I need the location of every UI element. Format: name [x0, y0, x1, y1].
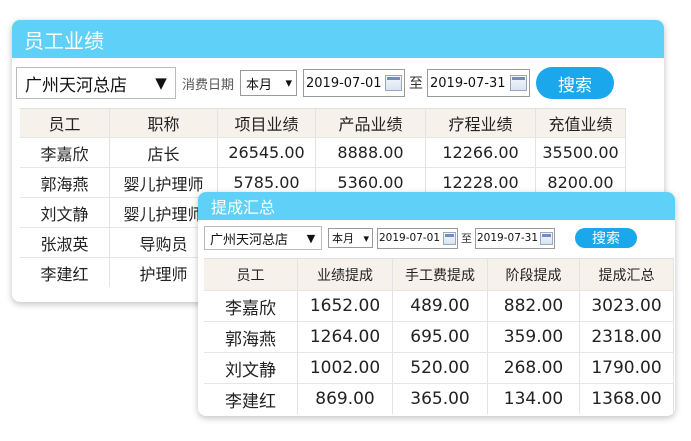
column-header: 产品业绩	[316, 109, 426, 137]
product-performance-cell: 8888.00	[316, 138, 426, 167]
to-label: 至	[461, 232, 472, 245]
search-button-label: 搜索	[592, 231, 620, 247]
column-header: 项目业绩	[218, 109, 316, 137]
employee-name-cell: 刘文静	[204, 353, 298, 383]
commission-total-cell: 1368.00	[580, 384, 674, 414]
calendar-icon[interactable]	[540, 231, 553, 245]
employee-name-cell: 李嘉欣	[20, 138, 110, 167]
column-header: 员工	[204, 259, 298, 290]
to-label: 至	[409, 76, 424, 92]
store-select[interactable]: 广州天河总店 ▼	[204, 226, 322, 250]
table-row[interactable]: 刘文静 1002.00 520.00 268.00 1790.00	[204, 352, 674, 383]
start-date-value: 2019-07-01	[306, 75, 382, 91]
employee-name-cell: 李建红	[204, 384, 298, 414]
table-row[interactable]: 李嘉欣 1652.00 489.00 882.00 3023.00	[204, 290, 674, 321]
search-button[interactable]: 搜索	[536, 67, 615, 99]
labor-fee-commission-cell: 695.00	[393, 322, 488, 352]
period-select[interactable]: 本月 ▾	[328, 228, 373, 248]
project-performance-cell: 26545.00	[218, 138, 316, 167]
period-select-value: 本月	[332, 232, 354, 245]
column-header: 业绩提成	[298, 259, 393, 290]
chevron-down-icon: ▼	[155, 74, 167, 92]
commission-total-cell: 2318.00	[580, 322, 674, 352]
employee-name-cell: 李建红	[20, 258, 110, 287]
end-date-input[interactable]: 2019-07-31	[475, 227, 555, 249]
stage-commission-cell: 134.00	[488, 384, 580, 414]
table-row[interactable]: 李嘉欣 店长 26545.00 8888.00 12266.00 35500.0…	[20, 137, 626, 167]
commission-total-cell: 3023.00	[580, 291, 674, 321]
performance-commission-cell: 1264.00	[298, 322, 393, 352]
performance-commission-cell: 1652.00	[298, 291, 393, 321]
commission-table: 员工 业绩提成 手工费提成 阶段提成 提成汇总 李嘉欣 1652.00 489.…	[204, 258, 674, 414]
store-select-value: 广州天河总店	[25, 75, 127, 96]
search-button-label: 搜索	[558, 75, 593, 96]
panel-title: 提成汇总	[211, 198, 276, 217]
filter-toolbar: 广州天河总店 ▼ 消费日期 本月 ▾ 2019-07-01 至 2019-07-…	[16, 67, 656, 99]
stage-commission-cell: 882.00	[488, 291, 580, 321]
store-select-value: 广州天河总店	[210, 232, 289, 248]
column-header: 充值业绩	[536, 109, 626, 137]
stage-commission-cell: 359.00	[488, 322, 580, 352]
performance-commission-cell: 869.00	[298, 384, 393, 414]
column-header: 阶段提成	[488, 259, 580, 290]
start-date-value: 2019-07-01	[379, 232, 441, 244]
chevron-down-icon: ▼	[306, 231, 316, 245]
stage-commission-cell: 268.00	[488, 353, 580, 383]
calendar-icon[interactable]	[385, 75, 403, 91]
table-row[interactable]: 李建红 869.00 365.00 134.00 1368.00	[204, 383, 674, 414]
dropdown-arrow-icon: ▾	[285, 75, 293, 91]
employee-name-cell: 刘文静	[20, 198, 110, 227]
panel-header: 员工业绩	[12, 20, 664, 58]
panel-header: 提成汇总	[198, 192, 675, 220]
recharge-performance-cell: 35500.00	[536, 138, 626, 167]
start-date-input[interactable]: 2019-07-01	[303, 69, 406, 97]
calendar-icon[interactable]	[510, 75, 528, 91]
period-select[interactable]: 本月 ▾	[240, 70, 298, 96]
commission-summary-panel: 提成汇总 广州天河总店 ▼ 本月 ▾ 2019-07-01 至 2019-07-…	[198, 192, 675, 416]
column-header: 员工	[20, 109, 110, 137]
end-date-input[interactable]: 2019-07-31	[427, 69, 531, 97]
column-header: 提成汇总	[580, 259, 674, 290]
job-title-cell: 店长	[110, 138, 218, 167]
performance-commission-cell: 1002.00	[298, 353, 393, 383]
course-performance-cell: 12266.00	[426, 138, 536, 167]
end-date-value: 2019-07-31	[430, 75, 506, 91]
store-select[interactable]: 广州天河总店 ▼	[16, 67, 176, 99]
table-header-row: 员工 业绩提成 手工费提成 阶段提成 提成汇总	[204, 259, 674, 290]
period-select-value: 本月	[246, 77, 273, 93]
search-button[interactable]: 搜索	[575, 228, 637, 248]
dropdown-arrow-icon: ▾	[363, 231, 369, 245]
employee-name-cell: 李嘉欣	[204, 291, 298, 321]
employee-name-cell: 张淑英	[20, 228, 110, 257]
start-date-input[interactable]: 2019-07-01	[377, 227, 458, 249]
labor-fee-commission-cell: 489.00	[393, 291, 488, 321]
labor-fee-commission-cell: 365.00	[393, 384, 488, 414]
filter-toolbar: 广州天河总店 ▼ 本月 ▾ 2019-07-01 至 2019-07-31 搜索	[204, 226, 672, 250]
calendar-icon[interactable]	[443, 231, 456, 245]
table-header-row: 员工 职称 项目业绩 产品业绩 疗程业绩 充值业绩	[20, 109, 626, 137]
column-header: 疗程业绩	[426, 109, 536, 137]
column-header: 手工费提成	[393, 259, 488, 290]
table-row[interactable]: 郭海燕 1264.00 695.00 359.00 2318.00	[204, 321, 674, 352]
column-header: 职称	[110, 109, 218, 137]
employee-name-cell: 郭海燕	[20, 168, 110, 197]
panel-title: 员工业绩	[24, 28, 104, 53]
date-type-label: 消费日期	[182, 77, 235, 93]
end-date-value: 2019-07-31	[477, 232, 539, 244]
commission-total-cell: 1790.00	[580, 353, 674, 383]
employee-name-cell: 郭海燕	[204, 322, 298, 352]
labor-fee-commission-cell: 520.00	[393, 353, 488, 383]
